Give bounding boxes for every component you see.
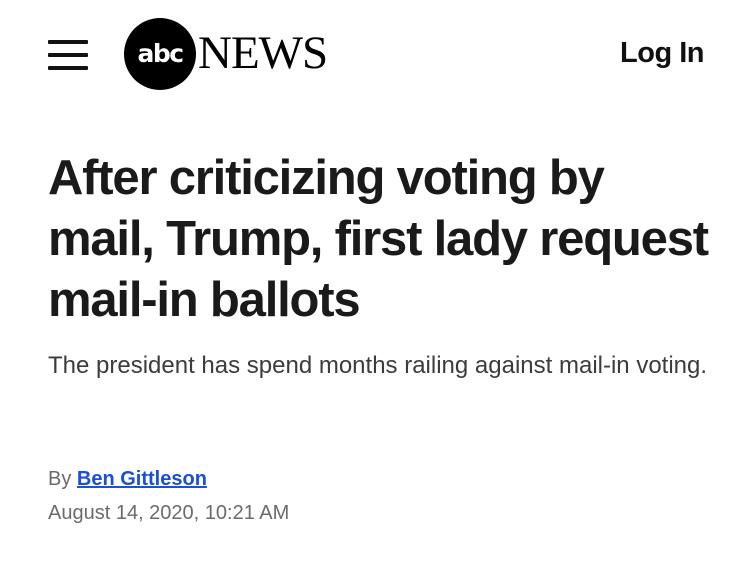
site-header: abc NEWS Log In: [0, 0, 750, 110]
login-button[interactable]: Log In: [620, 37, 704, 70]
abc-news-logo[interactable]: abc NEWS: [124, 16, 328, 91]
menu-bar: [48, 53, 88, 57]
abc-logo-mark: abc: [124, 17, 196, 90]
byline: By Ben Gittleson: [48, 468, 207, 491]
author-link[interactable]: Ben Gittleson: [77, 468, 207, 490]
article-subheadline: The president has spend months railing a…: [48, 352, 708, 379]
news-wordmark: NEWS: [198, 27, 328, 79]
publish-timestamp: August 14, 2020, 10:21 AM: [48, 502, 290, 524]
article-headline: After criticizing voting by mail, Trump,…: [48, 151, 709, 327]
hamburger-menu-icon[interactable]: [48, 40, 88, 70]
menu-bar: [48, 66, 88, 70]
menu-bar: [48, 40, 88, 44]
byline-prefix: By: [48, 468, 72, 490]
